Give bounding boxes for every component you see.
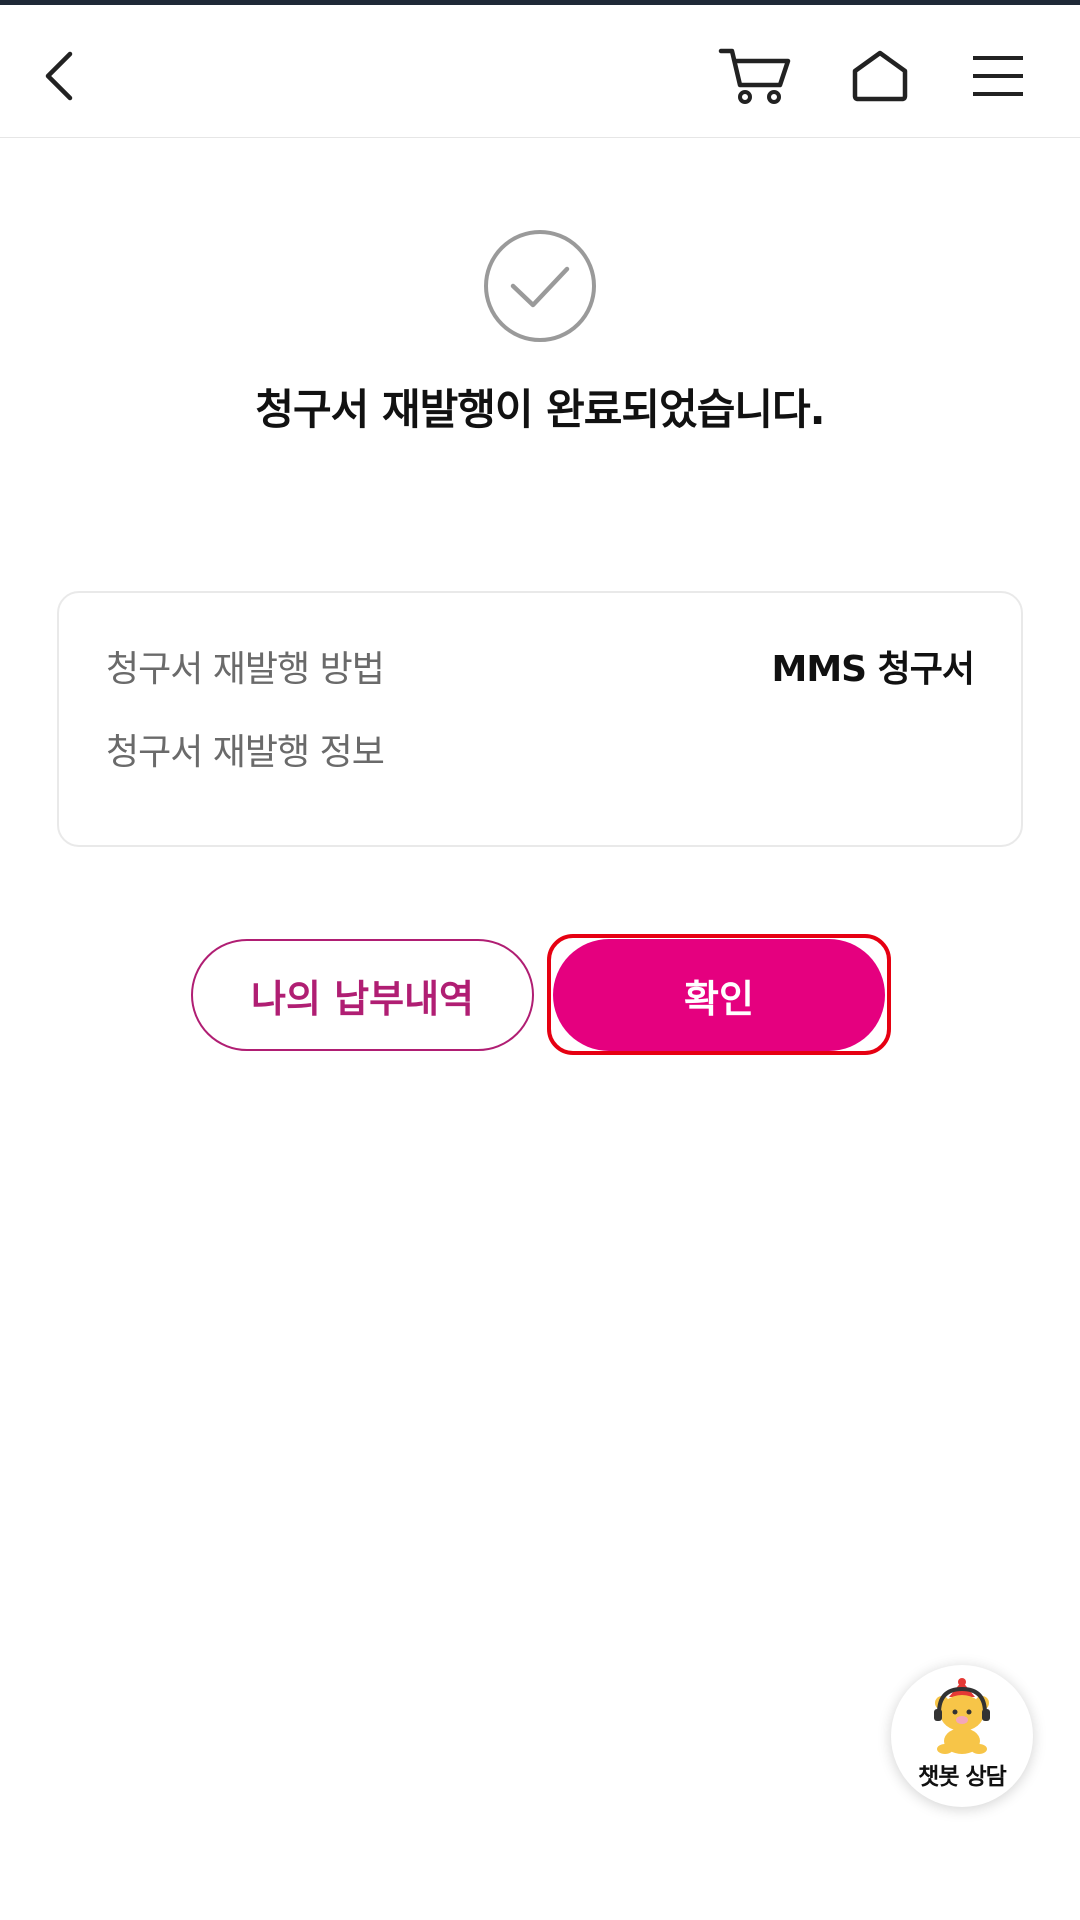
confirm-button[interactable]: 확인 [553,939,885,1051]
menu-button[interactable] [958,41,1038,111]
cart-button[interactable] [715,41,795,111]
info-row-info: 청구서 재발행 정보 [106,724,974,774]
info-label: 청구서 재발행 정보 [106,732,385,773]
my-payment-history-button[interactable]: 나의 납부내역 [191,939,534,1051]
back-button[interactable] [20,41,100,111]
info-label: 청구서 재발행 방법 [106,649,385,690]
chatbot-label: 챗봇 상담 [918,1764,1007,1790]
info-row-method: 청구서 재발행 방법 MMS 청구서 [106,641,975,691]
chatbot-mascot-icon [934,1678,990,1754]
reissue-info-card: 청구서 재발행 방법 MMS 청구서 청구서 재발행 정보 [57,591,1023,847]
info-value: MMS 청구서 [771,649,975,690]
app-header [0,5,1080,138]
home-button[interactable] [840,41,920,111]
chevron-left-icon [45,51,73,101]
chatbot-button[interactable]: 챗봇 상담 [891,1665,1033,1807]
home-icon [852,50,908,102]
hamburger-menu-icon [973,56,1023,96]
completion-message: 청구서 재발행이 완료되었습니다. [255,385,825,434]
cart-icon [718,48,791,104]
success-check-icon [483,229,597,343]
